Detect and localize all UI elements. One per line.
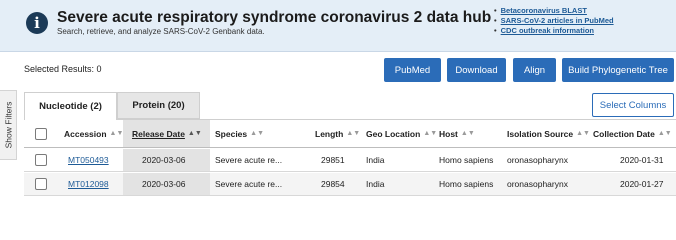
column-header-label: Accession: [64, 128, 107, 139]
column-header-accession[interactable]: Accession ▲▼: [64, 120, 123, 147]
betacoronavirus-blast-link[interactable]: Betacoronavirus BLAST: [501, 6, 587, 15]
column-header-label: Collection Date: [593, 128, 655, 139]
column-header-label: Length: [315, 128, 344, 139]
row-checkbox[interactable]: [35, 178, 47, 190]
select-all-checkbox[interactable]: [35, 128, 47, 140]
tab-label: Protein (20): [132, 100, 185, 111]
column-header-host[interactable]: Host ▲▼: [439, 120, 475, 147]
column-header-collection-date[interactable]: Collection Date ▲▼: [593, 120, 672, 147]
resource-link-item: Betacoronavirus BLAST: [494, 6, 614, 16]
isolation-source-cell: oronasopharynx: [507, 179, 568, 189]
page-subtitle: Search, retrieve, and analyze SARS-CoV-2…: [57, 27, 265, 36]
collection-date-cell: 2020-01-27: [620, 179, 664, 189]
column-header-label: Release Date: [132, 128, 185, 139]
show-filters-label: Show Filters: [3, 101, 14, 149]
align-button[interactable]: Align: [513, 58, 556, 82]
sort-arrows-icon: ▲▼: [250, 130, 264, 137]
geo-location-cell: India: [366, 179, 385, 189]
download-button[interactable]: Download: [447, 58, 506, 82]
release-date-cell: 2020-03-06: [142, 179, 186, 189]
column-header-label: Geo Location: [366, 128, 421, 139]
column-header-length[interactable]: Length ▲▼: [315, 120, 360, 147]
pubmed-articles-link[interactable]: SARS-CoV-2 articles in PubMed: [501, 16, 614, 25]
sort-arrows-icon: ▲▼: [460, 130, 475, 137]
show-filters-toggle[interactable]: Show Filters: [0, 90, 17, 160]
geo-location-cell: India: [366, 155, 385, 165]
info-icon: i: [26, 12, 48, 34]
accession-link[interactable]: MT012098: [68, 179, 109, 189]
sort-arrows-icon: ▲▼: [109, 130, 124, 137]
resource-link-item: SARS-CoV-2 articles in PubMed: [494, 16, 614, 26]
column-header-label: Host: [439, 128, 458, 139]
sort-arrows-icon: ▲▼: [576, 130, 590, 137]
column-header-species[interactable]: Species ▲▼: [215, 120, 264, 147]
release-date-cell: 2020-03-06: [142, 155, 186, 165]
sort-arrows-icon: ▲▼: [423, 130, 438, 137]
table-row: MT012098 2020-03-06 Severe acute re... 2…: [24, 173, 676, 196]
column-header-label: Isolation Source: [507, 128, 574, 139]
accession-link[interactable]: MT050493: [68, 155, 109, 165]
row-checkbox[interactable]: [35, 154, 47, 166]
build-phylogenetic-tree-button[interactable]: Build Phylogenetic Tree: [562, 58, 674, 82]
isolation-source-cell: oronasopharynx: [507, 155, 568, 165]
species-cell: Severe acute re...: [215, 179, 283, 189]
host-cell: Homo sapiens: [439, 179, 494, 189]
column-header-geo-location[interactable]: Geo Location ▲▼: [366, 120, 437, 147]
resource-link-item: CDC outbreak information: [494, 26, 614, 36]
tab-protein[interactable]: Protein (20): [117, 92, 200, 119]
table-header-row: Accession ▲▼ Release Date ▲▼ Species ▲▼ Len…: [24, 120, 676, 148]
tab-label: Nucleotide (2): [39, 101, 102, 112]
pubmed-button[interactable]: PubMed: [384, 58, 441, 82]
resource-links: Betacoronavirus BLAST SARS-CoV-2 article…: [494, 6, 614, 36]
select-columns-button[interactable]: Select Columns: [592, 93, 674, 117]
length-cell: 29854: [321, 179, 345, 189]
column-header-isolation-source[interactable]: Isolation Source ▲▼: [507, 120, 590, 147]
sort-arrows-icon: ▲▼: [346, 130, 361, 137]
collection-date-cell: 2020-01-31: [620, 155, 664, 165]
sort-arrows-icon: ▲▼: [187, 130, 202, 137]
sort-arrows-icon: ▲▼: [657, 130, 672, 137]
cdc-outbreak-link[interactable]: CDC outbreak information: [501, 26, 594, 35]
data-hub-banner: i Severe acute respiratory syndrome coro…: [0, 0, 676, 52]
table-row: MT050493 2020-03-06 Severe acute re... 2…: [24, 149, 676, 172]
column-header-label: Species: [215, 128, 248, 139]
column-header-release-date[interactable]: Release Date ▲▼: [132, 120, 202, 147]
length-cell: 29851: [321, 155, 345, 165]
host-cell: Homo sapiens: [439, 155, 494, 165]
selected-results-count: Selected Results: 0: [24, 64, 102, 74]
species-cell: Severe acute re...: [215, 155, 283, 165]
tab-nucleotide[interactable]: Nucleotide (2): [24, 92, 117, 120]
page-title: Severe acute respiratory syndrome corona…: [57, 9, 492, 26]
